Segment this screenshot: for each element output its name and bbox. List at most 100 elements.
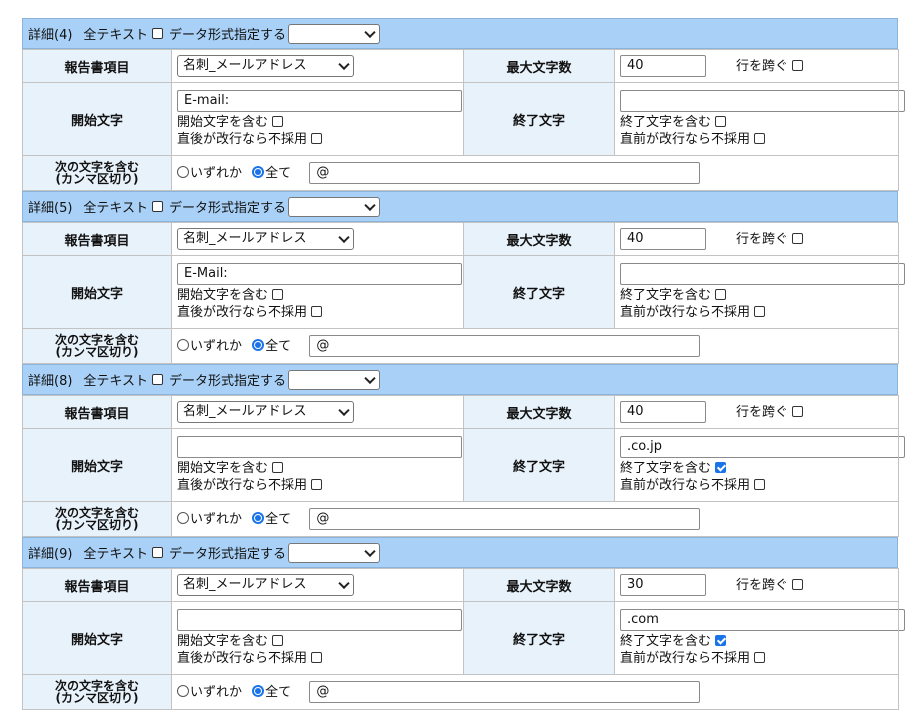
section-header: 詳細(5) 全テキスト データ形式指定する xyxy=(22,191,898,222)
match-all-label: 全て xyxy=(265,165,292,181)
exclude-after-newline-checkbox[interactable] xyxy=(311,306,323,317)
exclude-before-newline-checkbox[interactable] xyxy=(754,479,766,490)
max-chars-input[interactable]: 40 xyxy=(620,401,706,424)
start-text-input[interactable]: E-mail: xyxy=(177,90,462,112)
data-format-select[interactable] xyxy=(288,542,381,563)
contains-label-line2: (カンマ区切り) xyxy=(55,518,139,532)
match-all-radio[interactable] xyxy=(252,684,265,697)
include-end-label: 終了文字を含む xyxy=(620,115,712,130)
include-start-checkbox[interactable] xyxy=(272,116,284,127)
match-any-radio[interactable] xyxy=(177,338,189,351)
include-end-checkbox[interactable] xyxy=(715,289,727,300)
start-text-input[interactable]: E-Mail: xyxy=(177,263,462,285)
start-text-label: 開始文字 xyxy=(22,601,172,675)
contains-label: 次の文字を含む (カンマ区切り) xyxy=(22,328,172,364)
section-header: 詳細(9) 全テキスト データ形式指定する xyxy=(22,537,898,568)
start-text-label: 開始文字 xyxy=(22,428,172,502)
exclude-after-newline-label: 直後が改行なら不採用 xyxy=(177,305,308,320)
contains-input[interactable]: @ xyxy=(309,162,701,185)
include-end-checkbox[interactable] xyxy=(715,462,727,473)
all-text-checkbox[interactable] xyxy=(152,201,164,212)
data-format-select[interactable] xyxy=(288,196,381,217)
section-title: 詳細(8) xyxy=(28,374,73,389)
include-start-checkbox[interactable] xyxy=(272,635,284,646)
exclude-before-newline-checkbox[interactable] xyxy=(754,306,766,317)
exclude-after-newline-checkbox[interactable] xyxy=(311,652,323,663)
match-all-label: 全て xyxy=(265,511,292,527)
match-any-radio[interactable] xyxy=(177,684,189,697)
report-item-value: 名刺_メールアドレス xyxy=(183,231,307,246)
data-format-label: データ形式指定する xyxy=(169,374,287,389)
exclude-after-newline-checkbox[interactable] xyxy=(311,479,323,490)
match-all-radio[interactable] xyxy=(252,338,265,351)
end-text-input[interactable] xyxy=(620,90,905,112)
report-item-select[interactable]: 名刺_メールアドレス xyxy=(177,55,354,77)
include-start-checkbox[interactable] xyxy=(272,462,284,473)
cross-rows-checkbox[interactable] xyxy=(792,59,804,71)
exclude-before-newline-label: 直前が改行なら不採用 xyxy=(620,478,751,493)
include-end-label: 終了文字を含む xyxy=(620,634,712,649)
report-item-select[interactable]: 名刺_メールアドレス xyxy=(177,401,354,423)
cross-rows-checkbox[interactable] xyxy=(792,578,804,590)
all-text-label: 全テキスト xyxy=(83,374,149,389)
match-all-label: 全て xyxy=(265,338,292,354)
exclude-before-newline-label: 直前が改行なら不採用 xyxy=(620,651,751,666)
end-text-label: 終了文字 xyxy=(463,82,615,156)
cross-rows-label: 行を跨ぐ xyxy=(736,231,789,247)
match-any-radio[interactable] xyxy=(177,165,189,178)
chevron-down-icon xyxy=(364,26,376,38)
exclude-before-newline-checkbox[interactable] xyxy=(754,133,766,144)
cross-rows-checkbox[interactable] xyxy=(792,232,804,244)
end-text-input[interactable] xyxy=(620,263,905,285)
all-text-checkbox[interactable] xyxy=(152,374,164,385)
data-format-label: データ形式指定する xyxy=(169,547,287,562)
end-text-label: 終了文字 xyxy=(463,601,615,675)
exclude-after-newline-checkbox[interactable] xyxy=(311,133,323,144)
report-item-select[interactable]: 名刺_メールアドレス xyxy=(177,228,354,250)
max-chars-input[interactable]: 30 xyxy=(620,574,706,597)
exclude-before-newline-checkbox[interactable] xyxy=(754,652,766,663)
end-text-label: 終了文字 xyxy=(463,255,615,329)
chevron-down-icon xyxy=(364,199,376,211)
end-text-input[interactable]: .com xyxy=(620,609,905,631)
match-all-radio[interactable] xyxy=(252,511,265,524)
contains-label: 次の文字を含む (カンマ区切り) xyxy=(22,155,172,191)
data-format-select[interactable] xyxy=(288,369,381,390)
start-text-input[interactable] xyxy=(177,436,462,458)
include-end-label: 終了文字を含む xyxy=(620,461,712,476)
all-text-checkbox[interactable] xyxy=(152,28,164,39)
section-title: 詳細(4) xyxy=(28,28,73,43)
detail-section: 詳細(4) 全テキスト データ形式指定する 報告書項目 名刺_メールアドレス 最… xyxy=(22,18,905,191)
contains-label: 次の文字を含む (カンマ区切り) xyxy=(22,501,172,537)
section-table: 報告書項目 名刺_メールアドレス 最大文字数 40 行を跨ぐ 開始文字 E-Mai… xyxy=(22,222,905,364)
section-table: 報告書項目 名刺_メールアドレス 最大文字数 40 行を跨ぐ 開始文字 E-mai… xyxy=(22,49,905,191)
all-text-checkbox[interactable] xyxy=(152,547,164,558)
cross-rows-checkbox[interactable] xyxy=(792,405,804,417)
data-format-select[interactable] xyxy=(288,23,381,44)
all-text-label: 全テキスト xyxy=(83,201,149,216)
max-chars-label: 最大文字数 xyxy=(463,49,615,83)
detail-section: 詳細(8) 全テキスト データ形式指定する 報告書項目 名刺_メールアドレス 最… xyxy=(22,364,905,537)
contains-label-line2: (カンマ区切り) xyxy=(55,691,139,705)
report-item-select[interactable]: 名刺_メールアドレス xyxy=(177,574,354,596)
cross-rows-label: 行を跨ぐ xyxy=(736,404,789,420)
include-end-label: 終了文字を含む xyxy=(620,288,712,303)
report-item-label: 報告書項目 xyxy=(22,395,172,429)
max-chars-label: 最大文字数 xyxy=(463,222,615,256)
match-any-radio[interactable] xyxy=(177,511,189,524)
contains-input[interactable]: @ xyxy=(309,335,701,358)
include-end-checkbox[interactable] xyxy=(715,116,727,127)
include-end-checkbox[interactable] xyxy=(715,635,727,646)
max-chars-input[interactable]: 40 xyxy=(620,55,706,78)
max-chars-input[interactable]: 40 xyxy=(620,228,706,251)
data-format-label: データ形式指定する xyxy=(169,201,287,216)
match-any-label: いずれか xyxy=(190,684,243,700)
end-text-input[interactable]: .co.jp xyxy=(620,436,905,458)
start-text-input[interactable] xyxy=(177,609,462,631)
match-any-label: いずれか xyxy=(190,511,243,527)
contains-input[interactable]: @ xyxy=(309,508,701,531)
contains-input[interactable]: @ xyxy=(309,681,701,704)
include-start-checkbox[interactable] xyxy=(272,289,284,300)
match-all-radio[interactable] xyxy=(252,165,265,178)
max-chars-label: 最大文字数 xyxy=(463,395,615,429)
